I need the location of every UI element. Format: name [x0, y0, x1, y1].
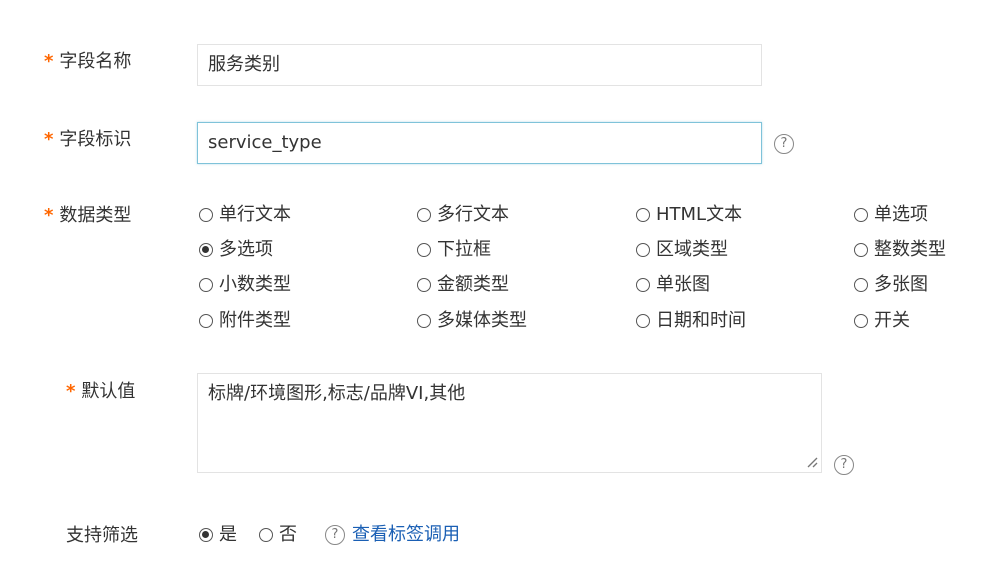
default-value-label: * 默认值	[66, 381, 136, 402]
data-type-label: * 数据类型	[44, 205, 132, 226]
help-icon[interactable]: ?	[325, 525, 345, 545]
resize-handle-icon[interactable]	[806, 456, 818, 468]
view-tag-call-link[interactable]: 查看标签调用	[352, 523, 460, 547]
field-name-label: * 字段名称	[44, 51, 132, 72]
field-name-input[interactable]: 服务类别	[197, 44, 762, 86]
data-type-option[interactable]: 多张图	[854, 273, 928, 297]
required-marker: *	[44, 129, 54, 150]
data-type-option[interactable]: 小数类型	[199, 273, 291, 297]
radio-unchecked-icon	[199, 314, 213, 328]
radio-unchecked-icon	[199, 278, 213, 292]
radio-unchecked-icon	[417, 208, 431, 222]
radio-unchecked-icon	[417, 314, 431, 328]
data-type-option[interactable]: 单选项	[854, 203, 928, 227]
radio-checked-icon	[199, 243, 213, 257]
required-marker: *	[66, 381, 76, 402]
filter-label: 支持筛选	[66, 525, 138, 546]
data-type-option[interactable]: 单张图	[636, 273, 710, 297]
radio-unchecked-icon	[854, 208, 868, 222]
radio-unchecked-icon	[854, 314, 868, 328]
radio-unchecked-icon	[417, 278, 431, 292]
data-type-option[interactable]: 开关	[854, 309, 910, 333]
radio-unchecked-icon	[636, 243, 650, 257]
data-type-option[interactable]: 多行文本	[417, 203, 509, 227]
data-type-option[interactable]: 区域类型	[636, 238, 728, 262]
filter-no-radio[interactable]: 否	[259, 523, 297, 547]
radio-unchecked-icon	[199, 208, 213, 222]
radio-checked-icon	[199, 528, 213, 542]
radio-unchecked-icon	[854, 243, 868, 257]
data-type-option[interactable]: 多媒体类型	[417, 309, 527, 333]
help-icon[interactable]: ?	[774, 134, 794, 154]
data-type-option[interactable]: 单行文本	[199, 203, 291, 227]
radio-unchecked-icon	[854, 278, 868, 292]
radio-unchecked-icon	[417, 243, 431, 257]
data-type-option[interactable]: HTML文本	[636, 203, 742, 227]
field-id-input[interactable]: service_type	[197, 122, 762, 164]
radio-unchecked-icon	[636, 314, 650, 328]
radio-unchecked-icon	[636, 208, 650, 222]
required-marker: *	[44, 51, 54, 72]
required-marker: *	[44, 205, 54, 226]
data-type-option[interactable]: 附件类型	[199, 309, 291, 333]
filter-yes-radio[interactable]: 是	[199, 523, 237, 547]
data-type-option[interactable]: 日期和时间	[636, 309, 746, 333]
help-icon[interactable]: ?	[834, 455, 854, 475]
data-type-option[interactable]: 金额类型	[417, 273, 509, 297]
data-type-option[interactable]: 多选项	[199, 238, 273, 262]
radio-unchecked-icon	[259, 528, 273, 542]
data-type-option[interactable]: 下拉框	[417, 238, 491, 262]
default-value-textarea[interactable]: 标牌/环境图形,标志/品牌VI,其他	[197, 373, 822, 473]
field-id-label: * 字段标识	[44, 129, 132, 150]
radio-unchecked-icon	[636, 278, 650, 292]
data-type-option[interactable]: 整数类型	[854, 238, 946, 262]
